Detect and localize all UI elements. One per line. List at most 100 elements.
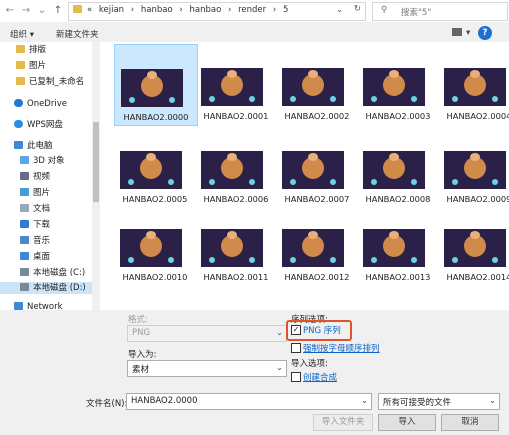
breadcrumb-separator[interactable]: › <box>179 5 182 15</box>
sidebar-item-label: 视频 <box>33 172 51 182</box>
forward-icon[interactable]: → <box>20 4 32 18</box>
sidebar-item-documents[interactable]: 文档 <box>20 203 50 215</box>
breadcrumb: « kejian › hanbao › hanbao › render › 5 <box>87 5 292 15</box>
force-alpha-label[interactable]: 强制按字母顺序排列 <box>303 342 380 354</box>
sidebar-item-downloads[interactable]: 下载 <box>20 219 50 231</box>
file-item[interactable]: HANBAO2.0008 <box>357 127 439 207</box>
breadcrumb-5[interactable]: 5 <box>283 5 288 15</box>
drive-icon <box>20 268 29 276</box>
filename-input[interactable]: HANBAO2.0000 ⌄ <box>126 393 372 410</box>
file-name: HANBAO2.0005 <box>122 194 188 204</box>
image-thumbnail <box>363 229 425 267</box>
sidebar-item-label: 图片 <box>33 188 51 198</box>
scrollbar-thumb[interactable] <box>93 122 99 202</box>
import-button[interactable]: 导入 <box>378 414 436 431</box>
file-item[interactable]: HANBAO2.0005 <box>114 127 196 207</box>
image-thumbnail <box>282 68 344 106</box>
file-item[interactable]: HANBAO2.0007 <box>276 127 358 207</box>
sidebar-item-label: 本地磁盘 (D:) <box>33 283 86 293</box>
search-icon: ⚲ <box>381 5 388 15</box>
import-folder-button[interactable]: 导入文件夹 <box>313 414 373 431</box>
sidebar-item-label: OneDrive <box>27 99 67 109</box>
file-item[interactable]: HANBAO2.0002 <box>276 44 358 124</box>
sidebar-item-drive-c[interactable]: 本地磁盘 (C:) <box>20 267 85 279</box>
sidebar-item-label: 排版 <box>29 45 47 55</box>
breadcrumb-overflow[interactable]: « <box>87 5 92 15</box>
file-name: HANBAO2.0009 <box>446 194 509 204</box>
back-icon[interactable]: ← <box>4 4 16 18</box>
file-item[interactable]: HANBAO2.0000 <box>114 44 198 126</box>
file-name: HANBAO2.0006 <box>203 194 269 204</box>
file-item[interactable]: HANBAO2.0006 <box>195 127 277 207</box>
format-select[interactable]: PNG ⌄ <box>127 325 287 342</box>
file-type-select[interactable]: 所有可接受的文件 ⌄ <box>378 393 500 410</box>
sidebar-item-label: Network <box>27 302 63 310</box>
sidebar-item-paiban[interactable]: 排版 <box>16 44 46 56</box>
file-item[interactable]: HANBAO2.0001 <box>195 44 277 124</box>
sidebar-item-drive-d[interactable]: 本地磁盘 (D:) <box>0 282 92 294</box>
sidebar-item-network[interactable]: Network <box>14 301 63 310</box>
sidebar-item-3d[interactable]: 3D 对象 <box>20 155 65 167</box>
file-item[interactable]: HANBAO2.0014 <box>438 205 509 285</box>
search-input[interactable]: ⚲ 搜索"5" <box>372 2 508 21</box>
file-item[interactable]: HANBAO2.0012 <box>276 205 358 285</box>
recent-dropdown-icon[interactable]: ⌄ <box>36 4 48 18</box>
file-item[interactable]: HANBAO2.0009 <box>438 127 509 207</box>
new-folder-button[interactable]: 新建文件夹 <box>56 28 99 40</box>
view-options-icon[interactable] <box>452 28 462 36</box>
image-thumbnail <box>444 68 506 106</box>
sidebar-item-video[interactable]: 视频 <box>20 171 50 183</box>
address-bar[interactable]: « kejian › hanbao › hanbao › render › 5 … <box>68 2 366 21</box>
cancel-button[interactable]: 取消 <box>441 414 499 431</box>
file-type-value: 所有可接受的文件 <box>383 398 452 408</box>
sidebar-item-pictures[interactable]: 图片 <box>20 187 50 199</box>
sidebar-item-copied[interactable]: 已复制_未命名 <box>16 76 84 88</box>
breadcrumb-kejian[interactable]: kejian <box>99 5 124 15</box>
create-comp-label[interactable]: 创建合成 <box>303 371 337 383</box>
folder-icon <box>73 5 82 13</box>
breadcrumb-render[interactable]: render <box>238 5 266 15</box>
file-name: HANBAO2.0013 <box>365 272 431 282</box>
music-icon <box>20 236 29 244</box>
import-as-select[interactable]: 素材 ⌄ <box>127 360 287 377</box>
sidebar-item-label: 本地磁盘 (C:) <box>33 268 86 278</box>
filename-value: HANBAO2.0000 <box>131 396 198 406</box>
desktop-icon <box>20 252 29 260</box>
sidebar-item-onedrive[interactable]: OneDrive <box>14 98 67 110</box>
create-comp-checkbox[interactable] <box>291 372 301 382</box>
address-row: ← → ⌄ ↑ « kejian › hanbao › hanbao › ren… <box>0 0 509 22</box>
file-item[interactable]: HANBAO2.0004 <box>438 44 509 124</box>
image-thumbnail <box>444 229 506 267</box>
refresh-icon[interactable]: ↻ <box>354 4 361 14</box>
help-icon[interactable]: ? <box>478 26 492 40</box>
breadcrumb-separator[interactable]: › <box>228 5 231 15</box>
up-icon[interactable]: ↑ <box>52 4 64 18</box>
breadcrumb-hanbao-2[interactable]: hanbao <box>190 5 222 15</box>
sidebar-item-wps[interactable]: WPS网盘 <box>14 119 63 131</box>
sidebar-item-music[interactable]: 音乐 <box>20 235 50 247</box>
image-thumbnail <box>444 151 506 189</box>
chevron-down-icon: ⌄ <box>489 396 496 405</box>
sidebar-item-desktop[interactable]: 桌面 <box>20 251 50 263</box>
file-name: HANBAO2.0011 <box>203 272 269 282</box>
view-dropdown-icon[interactable]: ▾ <box>466 28 470 38</box>
import-as-label: 导入为: <box>128 350 157 360</box>
sidebar-item-label: 桌面 <box>33 252 51 262</box>
address-dropdown-icon[interactable]: ⌄ <box>336 5 343 15</box>
toolbar: 组织 ▾ 新建文件夹 ▾ ? <box>0 24 509 42</box>
breadcrumb-hanbao[interactable]: hanbao <box>141 5 173 15</box>
file-item[interactable]: HANBAO2.0011 <box>195 205 277 285</box>
image-thumbnail <box>121 69 183 107</box>
breadcrumb-separator[interactable]: › <box>273 5 276 15</box>
image-thumbnail <box>201 151 263 189</box>
file-item[interactable]: HANBAO2.0010 <box>114 205 196 285</box>
sidebar-scrollbar[interactable] <box>92 42 100 310</box>
breadcrumb-separator[interactable]: › <box>131 5 134 15</box>
cloud-icon <box>14 120 23 128</box>
sidebar-item-tupian[interactable]: 图片 <box>16 60 46 72</box>
file-item[interactable]: HANBAO2.0013 <box>357 205 439 285</box>
sidebar-item-this-pc[interactable]: 此电脑 <box>14 140 53 152</box>
force-alpha-checkbox[interactable] <box>291 343 301 353</box>
organize-button[interactable]: 组织 ▾ <box>10 28 34 40</box>
file-item[interactable]: HANBAO2.0003 <box>357 44 439 124</box>
